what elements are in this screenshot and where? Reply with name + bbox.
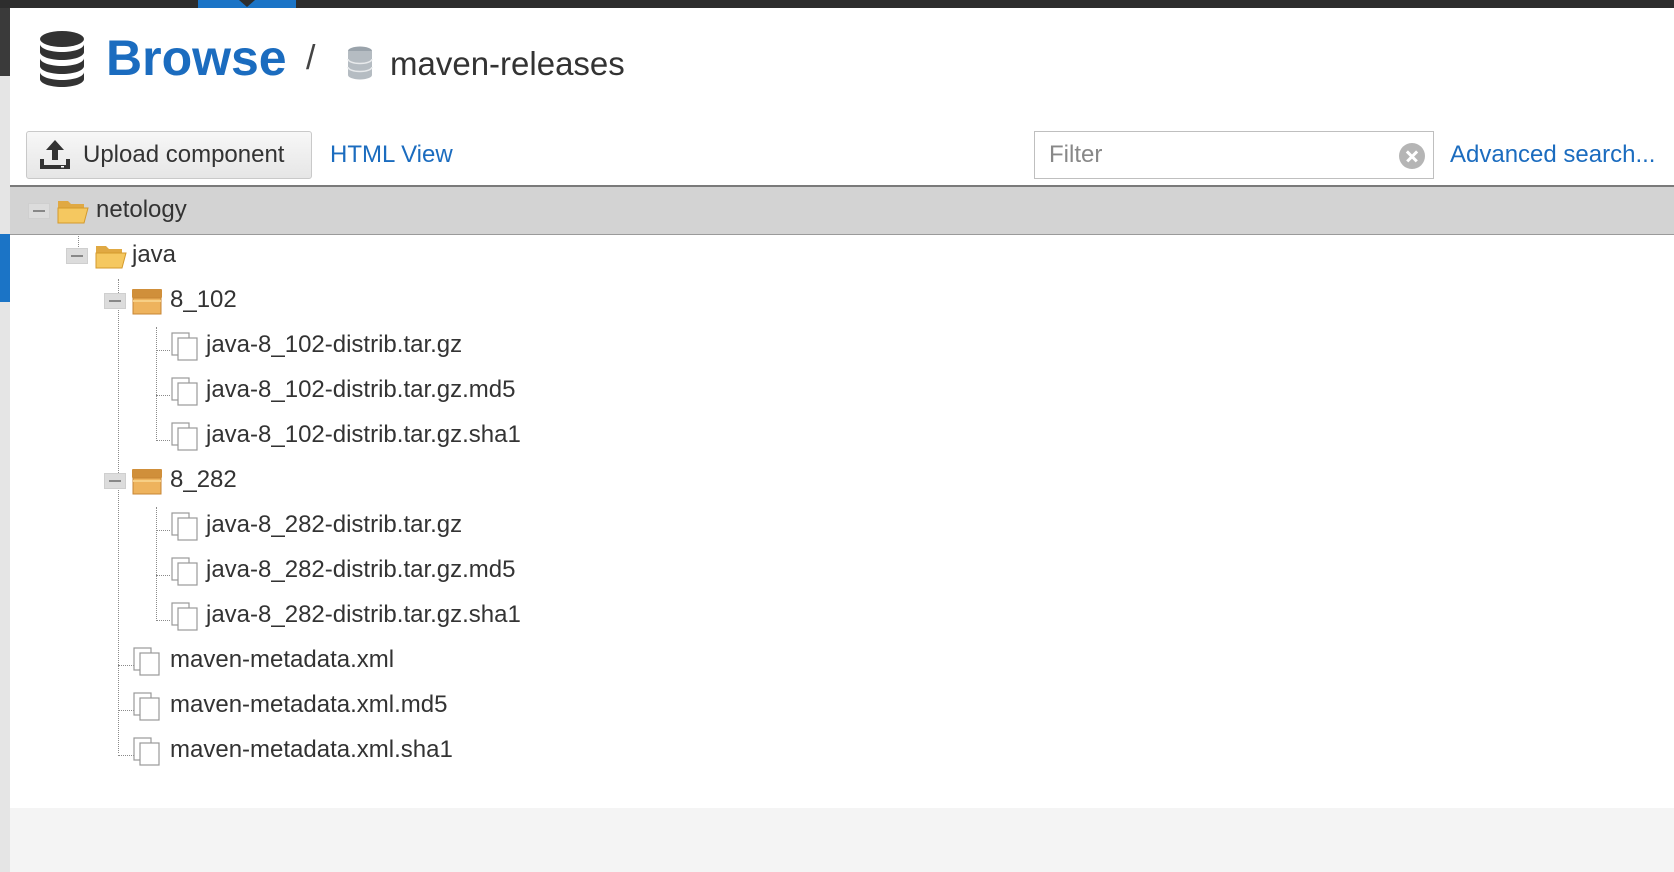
tree-node-label: java-8_102-distrib.tar.gz [206,331,463,358]
file-icon [171,332,198,361]
file-icon [171,602,198,631]
file-icon [171,512,198,541]
left-sidebar-edge [0,8,10,872]
tree-node-label: java-8_282-distrib.tar.gz.sha1 [206,601,521,628]
tree-node-label: netology [96,196,187,223]
html-view-link[interactable]: HTML View [330,140,453,170]
collapse-toggle[interactable] [66,248,88,264]
file-icon [171,377,198,406]
tree-node-label: maven-metadata.xml.sha1 [170,736,453,763]
component-tree: netology java 8_102 java-8_102-distrib.t… [10,185,1674,815]
tree-node-label: java-8_102-distrib.tar.gz.md5 [206,376,516,403]
database-icon [40,31,84,87]
tree-node-file[interactable]: java-8_102-distrib.tar.gz [10,322,1674,370]
tree-node-file[interactable]: java-8_282-distrib.tar.gz.md5 [10,547,1674,595]
tree-node-netology[interactable]: netology [10,187,1674,235]
tree-node-file[interactable]: java-8_282-distrib.tar.gz [10,502,1674,550]
tree-node-file[interactable]: maven-metadata.xml.md5 [10,682,1674,730]
page-title[interactable]: Browse [106,28,287,88]
tree-node-file[interactable]: maven-metadata.xml.sha1 [10,727,1674,775]
upload-component-button[interactable]: Upload component [26,131,312,179]
folder-open-icon [95,246,127,269]
collapse-toggle[interactable] [104,293,126,309]
tree-node-label: java-8_102-distrib.tar.gz.sha1 [206,421,521,448]
collapse-toggle[interactable] [28,203,50,219]
tree-node-label: java-8_282-distrib.tar.gz [206,511,463,538]
tree-node-label: maven-metadata.xml.md5 [170,691,448,718]
advanced-search-link[interactable]: Advanced search... [1450,140,1655,170]
file-icon [171,422,198,451]
tree-node-file[interactable]: java-8_102-distrib.tar.gz.sha1 [10,412,1674,460]
component-box-icon [132,469,162,495]
tree-node-java[interactable]: java [10,232,1674,280]
page-header: Browse / maven-releases [10,8,1674,118]
tree-node-label: 8_282 [170,466,237,493]
sidebar-active-marker[interactable] [0,234,10,302]
tree-node-version[interactable]: 8_282 [10,457,1674,505]
sidebar-cap [0,8,10,76]
tree-node-file[interactable]: java-8_102-distrib.tar.gz.md5 [10,367,1674,415]
folder-open-icon [57,201,89,224]
collapse-toggle[interactable] [104,473,126,489]
file-icon [133,647,160,676]
tree-node-version[interactable]: 8_102 [10,277,1674,325]
clear-filter-icon[interactable] [1399,143,1425,169]
component-box-icon [132,289,162,315]
tree-node-label: 8_102 [170,286,237,313]
file-icon [133,737,160,766]
upload-icon [40,140,70,169]
top-navigation-bar [0,0,1674,8]
repository-icon [347,46,373,80]
upload-component-label: Upload component [83,141,285,168]
tree-node-label: java [132,241,177,268]
filter-input[interactable] [1035,132,1395,178]
tree-node-file[interactable]: java-8_282-distrib.tar.gz.sha1 [10,592,1674,640]
tree-node-label: maven-metadata.xml [170,646,395,673]
file-icon [171,557,198,586]
active-nav-tab[interactable] [198,0,296,8]
file-icon [133,692,160,721]
browse-panel: Browse / maven-releases Upload component… [10,8,1674,808]
breadcrumb-repository: maven-releases [390,45,625,82]
filter-field [1034,131,1434,179]
toolbar: Upload component HTML View Advanced sear… [10,123,1674,179]
tree-node-label: java-8_282-distrib.tar.gz.md5 [206,556,516,583]
tree-node-file[interactable]: maven-metadata.xml [10,637,1674,685]
breadcrumb-separator: / [306,39,316,77]
